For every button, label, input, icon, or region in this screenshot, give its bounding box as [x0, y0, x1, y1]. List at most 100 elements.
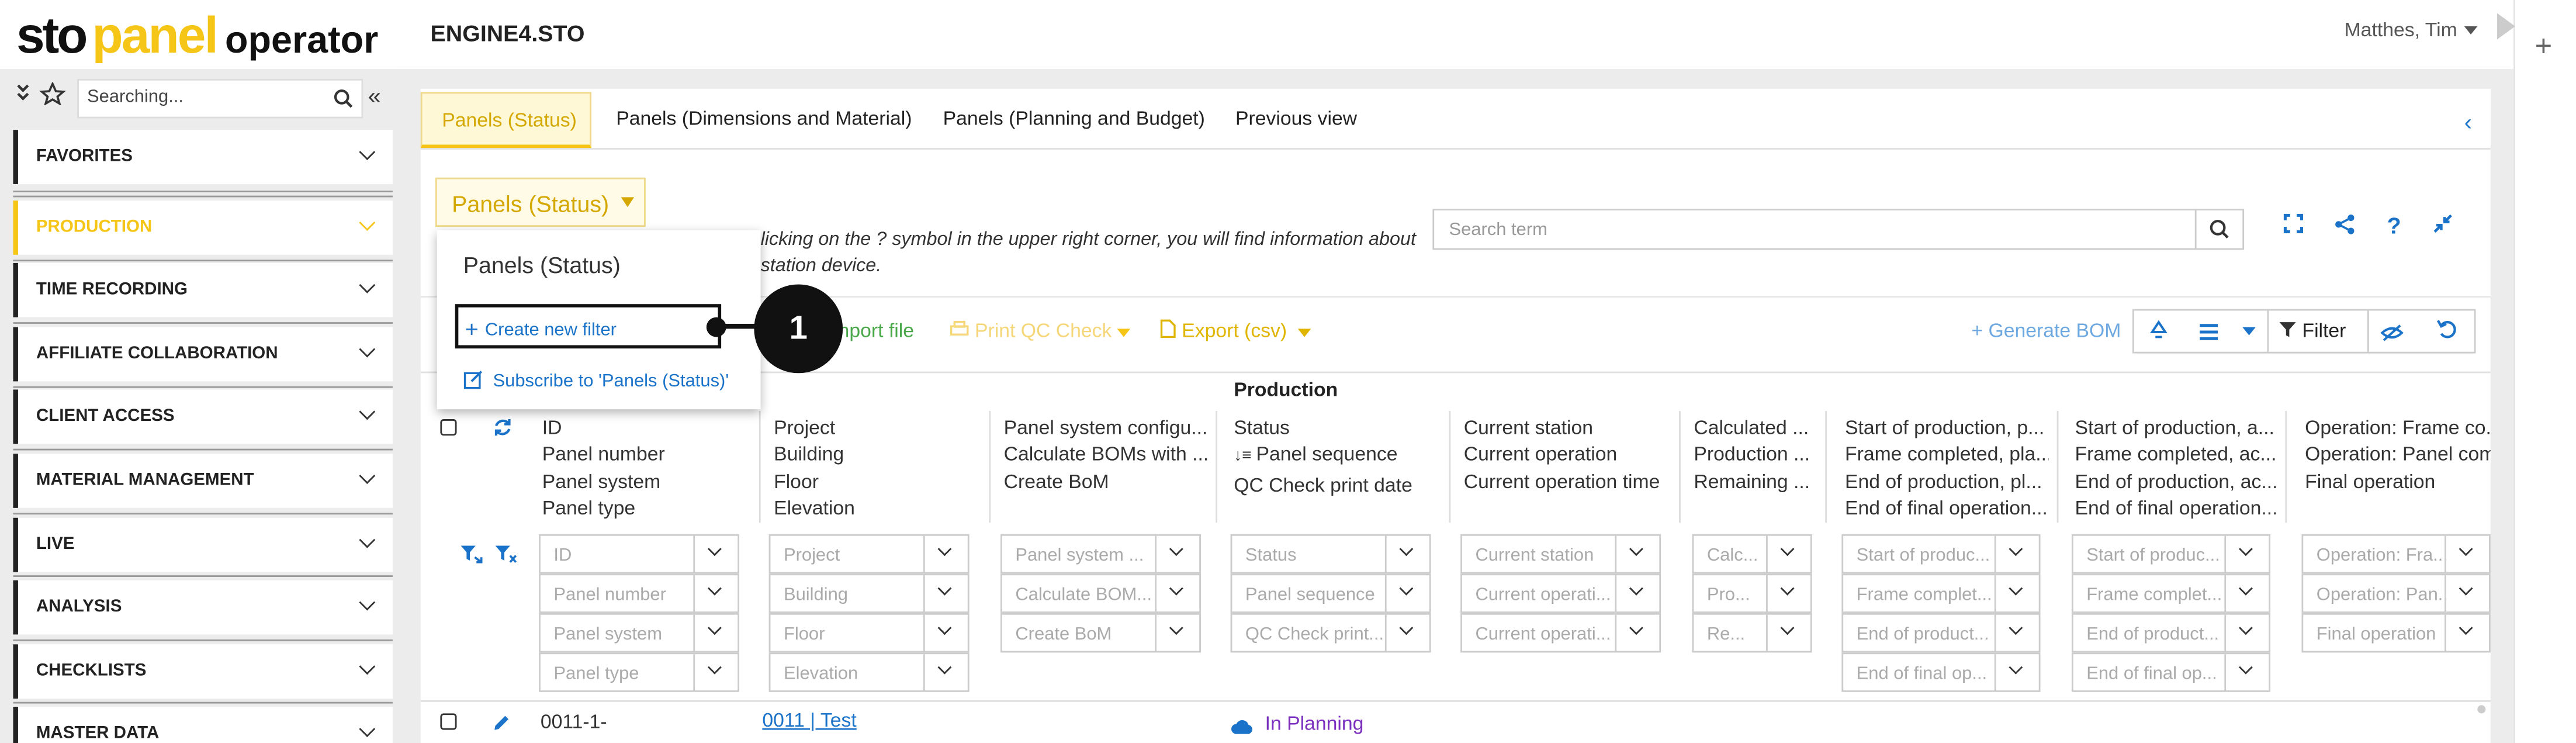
- filter-dropdown[interactable]: [2224, 575, 2269, 612]
- filter-input[interactable]: Panel number: [539, 573, 740, 613]
- column-header[interactable]: ID Panel number Panel system Panel type: [542, 414, 759, 521]
- filter-input[interactable]: Status: [1230, 534, 1431, 574]
- search-button[interactable]: [2194, 210, 2243, 248]
- plus-icon[interactable]: +: [2535, 31, 2553, 61]
- filter-dropdown[interactable]: [923, 575, 968, 612]
- filter-input[interactable]: Final operation: [2301, 613, 2491, 653]
- sidebar-item-material-management[interactable]: MATERIAL MANAGEMENT: [13, 454, 393, 508]
- create-new-filter-item[interactable]: + Create new filter: [465, 316, 617, 342]
- expand-all-icon[interactable]: [17, 84, 29, 101]
- sidebar-item-affiliate-collaboration[interactable]: AFFILIATE COLLABORATION: [13, 327, 393, 382]
- column-header[interactable]: Calculated ... Production ... Remaining …: [1694, 414, 1815, 495]
- filter-input[interactable]: ID: [539, 534, 740, 574]
- expand-panel-icon[interactable]: [2497, 13, 2515, 40]
- filter-dropdown[interactable]: [693, 614, 738, 651]
- generate-bom-button[interactable]: + Generate BOM: [1971, 319, 2121, 342]
- minimize-icon[interactable]: [2433, 214, 2453, 239]
- filter-dropdown[interactable]: [1994, 575, 2039, 612]
- column-divider[interactable]: [759, 410, 761, 523]
- column-divider[interactable]: [1216, 410, 1218, 523]
- column-divider[interactable]: [2056, 410, 2059, 523]
- search-icon[interactable]: [334, 87, 354, 117]
- tab-panels-dimensions[interactable]: Panels (Dimensions and Material): [616, 107, 912, 130]
- filter-apply-icon[interactable]: [460, 542, 483, 572]
- caret-down-icon[interactable]: [1117, 329, 1131, 337]
- filter-input[interactable]: End of final op...: [2071, 652, 2271, 692]
- column-divider[interactable]: [1825, 410, 1827, 523]
- sidebar-item-checklists[interactable]: CHECKLISTS: [13, 644, 393, 699]
- user-menu[interactable]: Matthes, Tim: [2345, 18, 2457, 41]
- star-icon[interactable]: [39, 81, 66, 106]
- filter-input[interactable]: Operation: Pan...: [2301, 573, 2491, 613]
- select-all-checkbox[interactable]: [440, 419, 457, 436]
- filter-dropdown[interactable]: [1384, 575, 1429, 612]
- filter-input[interactable]: Calculate BOM...: [1000, 573, 1201, 613]
- filter-input[interactable]: Panel sequence: [1230, 573, 1431, 613]
- share-icon[interactable]: [2335, 214, 2356, 240]
- import-file-button[interactable]: mport file: [833, 319, 914, 342]
- filter-input[interactable]: Current station: [1460, 534, 1661, 574]
- tab-previous-view[interactable]: Previous view: [1235, 107, 1357, 130]
- search-input[interactable]: Search term: [1432, 209, 2245, 250]
- filter-dropdown[interactable]: [2224, 535, 2269, 572]
- column-divider[interactable]: [989, 410, 991, 523]
- sidebar-item-production[interactable]: PRODUCTION: [13, 201, 393, 255]
- filter-input[interactable]: Elevation: [768, 652, 970, 692]
- filter-input[interactable]: End of product...: [1841, 613, 2041, 653]
- column-header[interactable]: Start of production, a... Frame complete…: [2075, 414, 2279, 521]
- help-icon[interactable]: ?: [2387, 212, 2401, 239]
- filter-input[interactable]: End of final op...: [1841, 652, 2041, 692]
- filter-dropdown[interactable]: [1766, 614, 1810, 651]
- filter-input[interactable]: Start of produc...: [1841, 534, 2041, 574]
- edit-icon[interactable]: [491, 712, 511, 742]
- filter-dropdown[interactable]: [693, 654, 738, 690]
- filter-input[interactable]: Current operati...: [1460, 613, 1661, 653]
- column-divider[interactable]: [2285, 410, 2287, 523]
- column-divider[interactable]: [1679, 410, 1681, 523]
- filter-input[interactable]: Project: [768, 534, 970, 574]
- print-qc-check-button[interactable]: Print QC Check: [950, 319, 1112, 342]
- filter-dropdown[interactable]: [2224, 614, 2269, 651]
- hide-icon[interactable]: [2380, 320, 2404, 350]
- caret-down-icon[interactable]: [2242, 327, 2256, 336]
- collapse-sidebar-icon[interactable]: «: [368, 82, 381, 109]
- filter-input[interactable]: Operation: Fra...: [2301, 534, 2491, 574]
- filter-dropdown[interactable]: [1384, 614, 1429, 651]
- filter-dropdown[interactable]: [1155, 614, 1199, 651]
- filter-clear-icon[interactable]: [494, 542, 517, 572]
- export-csv-button[interactable]: Export (csv): [1160, 319, 1287, 342]
- filter-input[interactable]: Create BoM: [1000, 613, 1201, 653]
- row-project-link[interactable]: 0011 | Test: [762, 709, 856, 731]
- filter-dropdown[interactable]: [923, 535, 968, 572]
- scroll-indicator[interactable]: [2477, 705, 2486, 714]
- column-divider[interactable]: [1449, 410, 1451, 523]
- user-caret-icon[interactable]: [2464, 26, 2478, 35]
- tab-panels-status[interactable]: Panels (Status): [420, 92, 592, 148]
- sidebar-item-time-recording[interactable]: TIME RECORDING: [13, 262, 393, 317]
- filter-dropdown[interactable]: [1384, 535, 1429, 572]
- dropdown-title[interactable]: Panels (Status): [463, 251, 621, 278]
- column-header[interactable]: Project Building Floor Elevation: [774, 414, 991, 521]
- filter-dropdown[interactable]: [1155, 575, 1199, 612]
- column-header[interactable]: Current station Current operation Curren…: [1464, 414, 1681, 495]
- filter-dropdown[interactable]: [1155, 535, 1199, 572]
- filter-dropdown[interactable]: [693, 575, 738, 612]
- filter-input[interactable]: Start of produc...: [2071, 534, 2271, 574]
- filter-dropdown[interactable]: [1994, 614, 2039, 651]
- column-header[interactable]: Panel system configu... Calculate BOMs w…: [1004, 414, 1208, 495]
- refresh-icon[interactable]: [493, 416, 513, 445]
- filter-input[interactable]: Panel system ...: [1000, 534, 1201, 574]
- sidebar-item-favorites[interactable]: FAVORITES: [13, 130, 393, 184]
- filter-dropdown[interactable]: [923, 654, 968, 690]
- filter-dropdown[interactable]: [1994, 535, 2039, 572]
- filter-input[interactable]: Floor: [768, 613, 970, 653]
- filter-input[interactable]: Frame complet...: [2071, 573, 2271, 613]
- sidebar-item-client-access[interactable]: CLIENT ACCESS: [13, 389, 393, 444]
- filter-input[interactable]: Current operati...: [1460, 573, 1661, 613]
- chevron-left-icon[interactable]: ‹: [2464, 109, 2472, 135]
- subscribe-item[interactable]: Subscribe to 'Panels (Status)': [463, 370, 729, 391]
- filter-input[interactable]: Pro...: [1692, 573, 1812, 613]
- recycle-icon[interactable]: [2147, 319, 2170, 350]
- caret-down-icon[interactable]: [1297, 329, 1311, 337]
- sidebar-item-analysis[interactable]: ANALYSIS: [13, 580, 393, 635]
